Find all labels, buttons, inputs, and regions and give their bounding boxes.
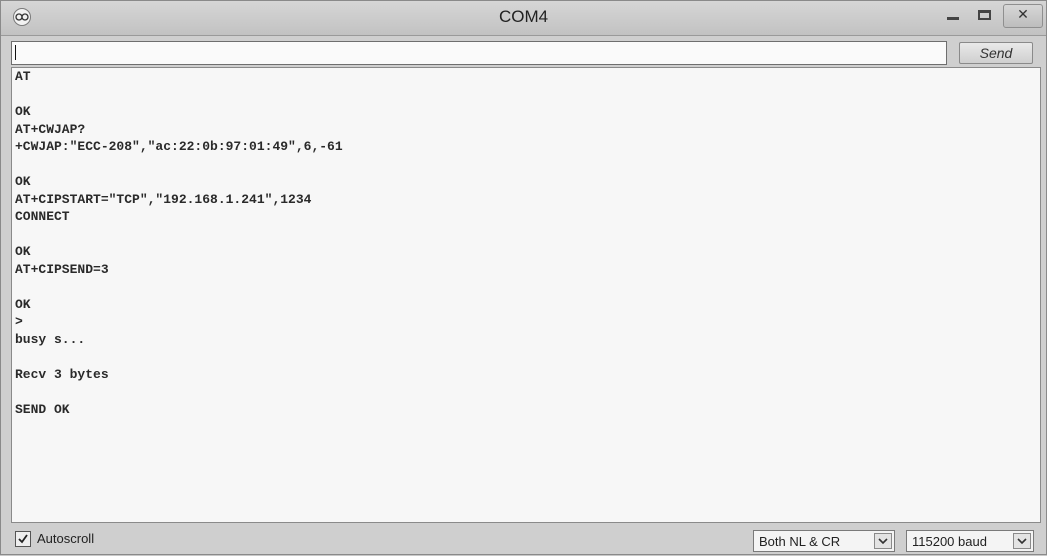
- minimize-button[interactable]: [939, 4, 967, 28]
- output-line: OK: [15, 104, 31, 119]
- output-line: SEND OK: [15, 401, 70, 417]
- output-line: AT: [15, 69, 31, 84]
- text-caret: [15, 45, 16, 60]
- autoscroll-checkbox[interactable]: [15, 531, 31, 547]
- baud-rate-select[interactable]: 115200 baud: [906, 530, 1034, 552]
- output-line: CONNECT: [15, 209, 70, 224]
- chevron-down-icon[interactable]: [874, 533, 892, 549]
- close-icon: ✕: [1017, 7, 1029, 23]
- send-bar: Send: [11, 41, 1041, 65]
- output-line: busy s...: [15, 331, 86, 347]
- line-ending-value: Both NL & CR: [759, 534, 841, 549]
- output-line: AT+CIPSTART="TCP","192.168.1.241",1234: [15, 191, 312, 207]
- serial-output[interactable]: AT OK AT+CWJAP? +CWJAP:"ECC-208","ac:22:0b:…: [11, 67, 1041, 523]
- chevron-down-icon[interactable]: [1013, 533, 1031, 549]
- output-line: OK: [15, 296, 31, 312]
- title-bar[interactable]: COM4 ✕: [1, 1, 1046, 36]
- output-line: Recv 3 bytes: [15, 366, 109, 382]
- autoscroll-label: Autoscroll: [37, 531, 95, 546]
- checkmark-icon: [18, 534, 28, 544]
- output-line: OK: [15, 244, 31, 259]
- output-line: OK: [15, 174, 31, 189]
- output-line: >: [15, 314, 23, 329]
- send-button[interactable]: Send: [959, 42, 1033, 64]
- output-line: +CWJAP:"ECC-208","ac:22:0b:97:01:49",6,-…: [15, 139, 343, 154]
- maximize-button[interactable]: [971, 4, 999, 28]
- line-ending-select[interactable]: Both NL & CR: [753, 530, 895, 552]
- send-input[interactable]: [11, 41, 947, 65]
- output-line: AT+CWJAP?: [15, 121, 86, 137]
- serial-monitor-window: COM4 ✕ Send AT OK AT+CWJAP? +CWJAP:"ECC-208…: [0, 0, 1047, 555]
- close-button[interactable]: ✕: [1003, 4, 1043, 28]
- footer-bar: Autoscroll Both NL & CR 115200 baud: [1, 525, 1046, 556]
- window-title: COM4: [498, 7, 549, 26]
- output-line: AT+CIPSEND=3: [15, 261, 109, 277]
- baud-rate-value: 115200 baud: [912, 534, 987, 549]
